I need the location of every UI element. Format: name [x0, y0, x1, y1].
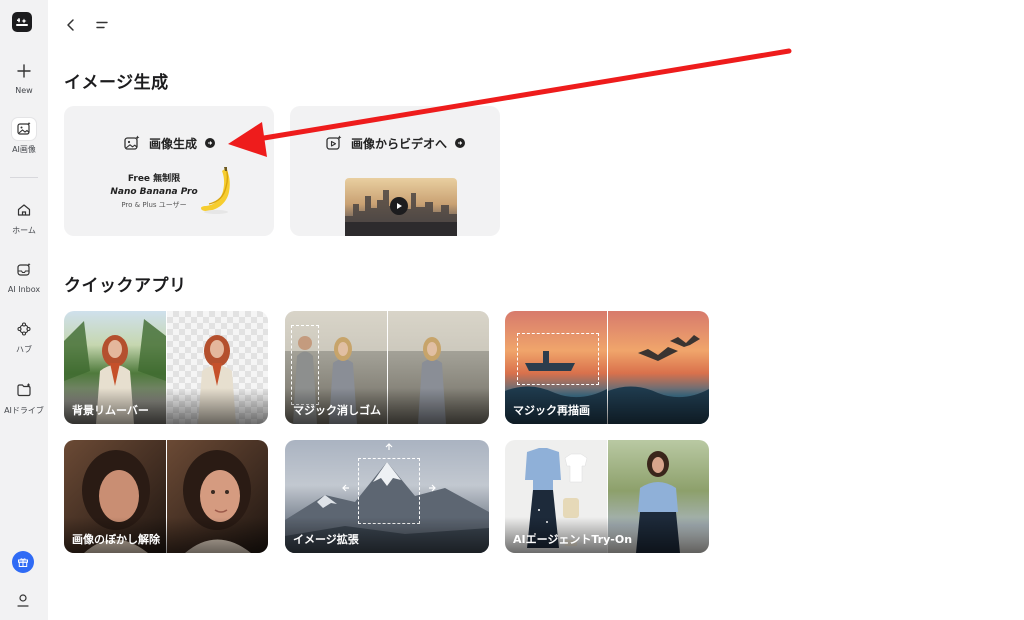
user-icon: [17, 594, 29, 607]
quick-app-magic-repaint[interactable]: マジック再描画: [505, 311, 709, 424]
card-title-text: 画像からビデオへ: [350, 136, 447, 151]
sidebar-item-new[interactable]: New: [0, 60, 48, 95]
quick-app-label: マジック消しゴム: [293, 404, 381, 417]
video-sparkle-icon: [326, 135, 342, 150]
home-icon: [12, 199, 36, 221]
sidebar-item-label: AI画像: [12, 145, 36, 154]
card-title: 画像からビデオへ: [290, 134, 500, 152]
card-image-to-video[interactable]: 画像からビデオへ: [290, 106, 500, 236]
quick-app-label: 背景リムーバー: [72, 404, 149, 417]
selection-box: [517, 333, 599, 385]
quick-app-image-expand[interactable]: イメージ拡張: [285, 440, 489, 553]
quick-app-magic-eraser[interactable]: マジック消しゴム: [285, 311, 489, 424]
quick-app-label: AIエージェントTry-On: [513, 533, 633, 546]
gift-button[interactable]: [12, 551, 34, 573]
image-sparkle-icon: [12, 118, 36, 140]
app-logo[interactable]: [12, 12, 32, 32]
profile-button[interactable]: [13, 590, 33, 610]
plus-icon: [12, 60, 36, 82]
arrow-right-icon: [455, 138, 465, 148]
menu-icon: [96, 21, 108, 29]
arrow-right-icon: [205, 138, 215, 148]
sidebar-item-label: ホーム: [12, 226, 36, 235]
inbox-icon: [12, 259, 36, 281]
card-title-text: 画像生成: [148, 136, 197, 151]
sidebar-item-label: AIドライブ: [4, 406, 44, 415]
quick-app-label: マジック再描画: [513, 404, 590, 417]
sidebar: New AI画像 ホーム AI Inbox ハブ AIドライブ: [0, 0, 48, 620]
section-title-image-gen: イメージ生成: [64, 73, 169, 93]
quick-app-try-on[interactable]: AIエージェントTry-On: [505, 440, 709, 553]
quick-app-label: 画像のぼかし解除: [72, 533, 160, 546]
sidebar-item-ai-drive[interactable]: AIドライブ: [0, 379, 48, 416]
quick-app-unblur[interactable]: 画像のぼかし解除: [64, 440, 268, 553]
sidebar-item-label: AI Inbox: [7, 285, 41, 294]
back-button[interactable]: [61, 15, 81, 35]
hub-icon: [12, 318, 36, 340]
menu-button[interactable]: [92, 15, 112, 35]
quick-app-label: イメージ拡張: [293, 533, 359, 546]
sidebar-item-hub[interactable]: ハブ: [0, 318, 48, 355]
sidebar-item-label: ハブ: [16, 345, 32, 354]
image-sparkle-icon: [124, 135, 140, 150]
sidebar-divider: [10, 177, 38, 178]
sidebar-item-label: New: [15, 86, 33, 95]
sidebar-item-ai-inbox[interactable]: AI Inbox: [0, 259, 48, 294]
gift-icon: [18, 558, 28, 567]
chevron-left-icon: [67, 19, 74, 31]
sidebar-item-ai-image[interactable]: AI画像: [0, 118, 48, 155]
video-thumbnail: [345, 178, 457, 236]
section-title-quick-apps: クイックアプリ: [64, 276, 187, 296]
card-image-generation[interactable]: 画像生成 Free 無制限 Nano Banana Pro Pro & Plus…: [64, 106, 274, 236]
sidebar-item-home[interactable]: ホーム: [0, 199, 48, 236]
quick-app-background-remover[interactable]: 背景リムーバー: [64, 311, 268, 424]
play-icon: [390, 197, 408, 215]
card-title: 画像生成: [64, 134, 274, 152]
banana-illustration: [201, 167, 230, 214]
folder-icon: [12, 379, 36, 401]
